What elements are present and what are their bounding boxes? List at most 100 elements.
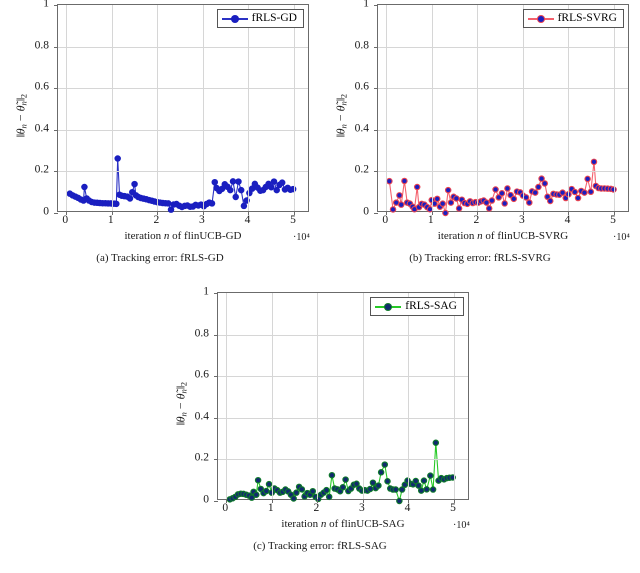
y-tick-label: 0.4 xyxy=(34,122,49,135)
data-point-marker xyxy=(590,158,598,166)
y-tick-mark xyxy=(374,46,378,48)
x-tick-labels-b: 0 1 2 3 4 5 xyxy=(377,214,629,230)
data-point-marker xyxy=(581,189,588,196)
x-axis-multiplier-b: ·10⁴ xyxy=(613,232,630,243)
gridline-horizontal xyxy=(58,46,308,48)
legend-marker-icon-b xyxy=(527,13,554,25)
gridline-horizontal xyxy=(218,376,468,378)
gridline-horizontal xyxy=(218,334,468,336)
y-tick-label: 0.8 xyxy=(34,38,49,51)
x-tick-label: 0 xyxy=(222,502,229,514)
y-tick-mark xyxy=(374,88,378,90)
data-point-marker xyxy=(114,155,121,162)
y-tick-label: 0.2 xyxy=(194,451,209,464)
gridline-vertical xyxy=(568,5,570,211)
x-tick-label: 4 xyxy=(564,214,571,226)
y-tick-mark xyxy=(54,129,58,131)
y-axis-title-a: ‖θn − θ̃n‖2 xyxy=(13,93,29,138)
gridline-horizontal xyxy=(58,129,308,131)
y-tick-label: 0.2 xyxy=(34,163,49,176)
y-tick-mark xyxy=(374,5,378,6)
data-point-marker xyxy=(522,194,530,201)
legend-c[interactable]: fRLS-SAG xyxy=(370,297,464,316)
data-point-marker xyxy=(417,487,425,494)
y-tick-mark xyxy=(54,46,58,48)
legend-marker-icon-a xyxy=(221,13,248,25)
data-point-marker xyxy=(278,179,286,186)
y-tick-mark xyxy=(54,171,58,173)
data-point-marker xyxy=(165,200,172,207)
data-point-marker xyxy=(227,186,234,194)
gridline-horizontal xyxy=(378,46,628,48)
x-axis-multiplier-a: ·10⁴ xyxy=(293,232,310,243)
data-point-marker xyxy=(413,183,421,191)
figure-tracking-errors: 0 0.2 0.4 0.6 0.8 1 0 1 2 3 4 5 iteration n of fli… xyxy=(0,0,640,573)
data-point-marker xyxy=(293,489,300,496)
data-point-marker xyxy=(240,202,248,210)
y-tick-label: 0 xyxy=(43,205,49,218)
legend-a[interactable]: fRLS-GD xyxy=(216,9,304,28)
data-point-marker xyxy=(423,486,430,493)
data-point-marker xyxy=(510,195,518,203)
y-tick-label: 0.6 xyxy=(354,80,369,93)
data-point-marker xyxy=(323,486,330,494)
axes-frame-c xyxy=(214,292,469,505)
y-tick-label: 0.8 xyxy=(354,38,369,51)
data-point-marker xyxy=(526,199,533,206)
gridline-vertical xyxy=(386,5,388,211)
legend-b[interactable]: fRLS-SVRG xyxy=(522,9,624,28)
data-point-marker xyxy=(254,476,262,484)
data-point-marker xyxy=(208,200,216,207)
data-point-marker xyxy=(263,487,270,495)
data-point-marker xyxy=(439,200,446,207)
data-point-marker xyxy=(453,195,460,202)
data-point-marker xyxy=(211,178,219,186)
gridline-vertical xyxy=(408,293,410,499)
gridline-vertical xyxy=(294,5,296,211)
y-tick-mark xyxy=(214,459,218,461)
data-point-marker xyxy=(369,479,377,486)
y-tick-label: 0.8 xyxy=(194,326,209,339)
data-point-marker xyxy=(587,188,595,196)
y-tick-label: 0.6 xyxy=(194,368,209,381)
plot-area-b: 0 0.2 0.4 0.6 0.8 1 0 1 2 3 4 5 iteration n of fli… xyxy=(320,0,640,250)
y-tick-label: 0.4 xyxy=(354,122,369,135)
data-point-marker xyxy=(498,189,506,197)
axes-frame-b xyxy=(374,4,629,217)
plot-area-c: 0 0.2 0.4 0.6 0.8 1 0 1 2 3 4 5 iteration n of fli… xyxy=(160,286,480,538)
gridline-vertical xyxy=(66,5,68,211)
data-point-marker xyxy=(531,189,539,196)
plot-area-a: 0 0.2 0.4 0.6 0.8 1 0 1 2 3 4 5 iteration n of fli… xyxy=(0,0,320,250)
data-point-marker xyxy=(342,476,349,483)
gridline-vertical xyxy=(477,5,479,211)
x-axis-title-b: iteration n of flinUCB-SVRG xyxy=(437,230,569,242)
series-canvas-c xyxy=(226,439,456,505)
y-axis-title-c: ‖θn − θ̃n‖2 xyxy=(173,381,189,426)
gridline-vertical xyxy=(202,5,204,211)
data-point-marker xyxy=(433,195,441,203)
data-point-marker xyxy=(547,197,554,205)
data-point-marker xyxy=(535,183,542,191)
gridline-horizontal xyxy=(378,129,628,131)
data-point-marker xyxy=(229,178,237,185)
data-point-marker xyxy=(396,192,403,199)
data-point-marker xyxy=(325,493,333,501)
y-tick-label: 0 xyxy=(363,205,369,218)
gridline-vertical xyxy=(454,293,456,499)
x-tick-label: 0 xyxy=(62,214,69,226)
data-point-marker xyxy=(427,472,434,479)
y-tick-mark xyxy=(214,334,218,336)
data-point-marker xyxy=(268,183,275,191)
x-tick-label: 3 xyxy=(199,214,205,226)
x-axis-title-c: iteration n of flinUCB-SAG xyxy=(281,518,405,530)
x-tick-label: 3 xyxy=(359,502,365,514)
caption-a: (a) Tracking error: fRLS-GD xyxy=(96,252,224,264)
data-point-marker xyxy=(584,175,591,183)
y-tick-mark xyxy=(214,417,218,419)
data-point-marker xyxy=(309,487,317,495)
data-point-marker xyxy=(483,199,490,206)
data-point-marker xyxy=(492,186,499,193)
x-tick-label: 5 xyxy=(450,502,456,514)
data-point-marker xyxy=(270,178,278,185)
data-point-marker xyxy=(504,185,511,192)
